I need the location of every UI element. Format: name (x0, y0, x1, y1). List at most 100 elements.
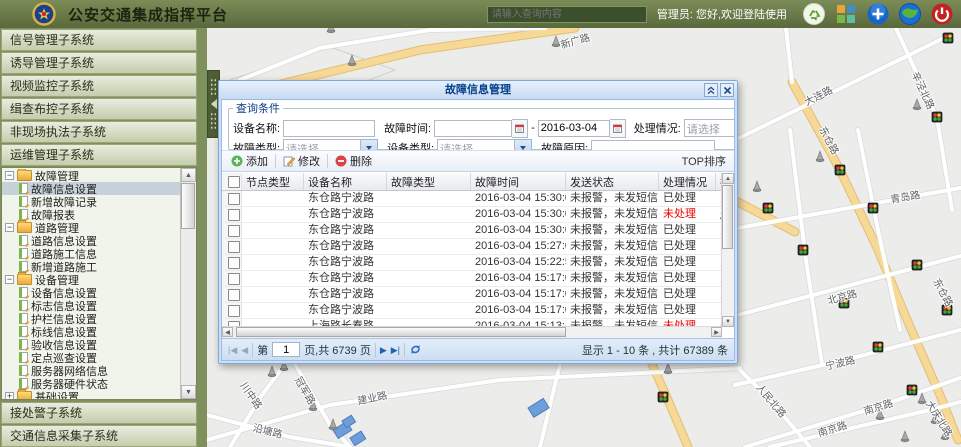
traffic-light-icon[interactable] (835, 165, 845, 175)
traffic-light-icon[interactable] (912, 260, 922, 270)
tree-leaf[interactable]: 新增道路施工 (2, 260, 181, 273)
sidebar-item[interactable]: 接处警子系统 (1, 402, 197, 424)
first-page-button[interactable]: |◀ (228, 343, 237, 357)
device-name-input[interactable] (283, 120, 375, 137)
apps-grid-icon[interactable] (835, 3, 857, 25)
table-row[interactable]: 东仓路宁波路2016-03-04 15:17:01未报警，未发短信已处理处理 (222, 287, 722, 303)
tree-leaf[interactable]: 故障报表 (2, 208, 181, 221)
table-row[interactable]: 东仓路宁波路2016-03-04 15:17:01未报警，未发短信已处理处理 (222, 271, 722, 287)
traffic-light-icon[interactable] (868, 203, 878, 213)
scroll-thumb[interactable] (236, 327, 566, 337)
tree-leaf[interactable]: 服务器硬件状态 (2, 377, 181, 390)
column-header[interactable]: 设备名称 (304, 173, 387, 190)
sidebar-item[interactable]: 信号管理子系统 (1, 29, 197, 51)
scroll-down-icon[interactable]: ▼ (181, 385, 196, 399)
last-page-button[interactable]: ▶| (391, 343, 400, 357)
calendar-icon[interactable] (512, 119, 528, 138)
collapse-node-icon[interactable]: − (5, 171, 14, 180)
traffic-light-icon[interactable] (798, 245, 808, 255)
scroll-right-icon[interactable]: ▶ (711, 327, 722, 337)
camera-cone-icon[interactable] (664, 363, 672, 374)
collapse-node-icon[interactable]: − (5, 223, 14, 232)
grid-hscrollbar[interactable]: ◀ ▶ (222, 326, 722, 338)
handle-status-select[interactable]: 请选择 (684, 119, 735, 138)
row-checkbox-cell[interactable] (222, 303, 242, 318)
row-checkbox-cell[interactable] (222, 207, 242, 222)
camera-cone-icon[interactable] (327, 28, 335, 33)
camera-cone-icon[interactable] (268, 366, 276, 377)
sidebar-item[interactable]: 非现场执法子系统 (1, 121, 197, 143)
table-row[interactable]: 东仓路宁波路2016-03-04 15:30:00未报警，未发短信已处理处理 (222, 223, 722, 239)
header-search-input[interactable] (487, 6, 647, 23)
traffic-light-icon[interactable] (907, 385, 917, 395)
row-checkbox[interactable] (228, 273, 240, 285)
date-to-input[interactable] (538, 120, 610, 137)
camera-cone-icon[interactable] (901, 431, 909, 442)
add-icon[interactable] (867, 3, 889, 25)
calendar-icon[interactable] (610, 119, 626, 138)
tree-scrollbar[interactable]: ▲ ▼ (180, 168, 196, 399)
date-from-input[interactable] (434, 120, 512, 137)
column-header[interactable]: 处理情况 (659, 173, 716, 190)
camera-cone-icon[interactable] (753, 181, 761, 192)
row-checkbox[interactable] (228, 305, 240, 317)
traffic-light-icon[interactable] (658, 392, 668, 402)
tree-leaf[interactable]: 新增故障记录 (2, 195, 181, 208)
scroll-left-icon[interactable]: ◀ (222, 327, 233, 337)
expand-node-icon[interactable]: + (5, 392, 14, 399)
column-header[interactable]: 故障时间 (471, 173, 566, 190)
scroll-up-icon[interactable]: ▲ (181, 168, 196, 182)
scroll-up-icon[interactable]: ▲ (722, 173, 734, 184)
top-sort-label[interactable]: TOP排序 (682, 153, 730, 169)
row-checkbox-cell[interactable] (222, 223, 242, 238)
page-number-input[interactable] (272, 342, 300, 357)
table-row[interactable]: 东仓路宁波路2016-03-04 15:30:00未报警，未发短信未处理处理 (222, 207, 722, 223)
camera-cone-icon[interactable] (816, 151, 824, 162)
grid-vscrollbar[interactable]: ▲ ▼ (721, 173, 734, 327)
row-checkbox[interactable] (228, 257, 240, 269)
traffic-light-icon[interactable] (873, 342, 883, 352)
column-header[interactable]: 发送状态 (566, 173, 659, 190)
scroll-thumb[interactable] (181, 183, 195, 229)
sidebar-item[interactable]: 交通信息采集子系统 (1, 425, 197, 447)
header-checkbox-cell[interactable] (222, 173, 242, 190)
traffic-light-icon[interactable] (932, 112, 942, 122)
table-row[interactable]: 东仓路宁波路2016-03-04 15:22:50未报警，未发短信已处理处理 (222, 255, 722, 271)
column-header[interactable]: 节点类型 (242, 173, 304, 190)
sidebar-item[interactable]: 诱导管理子系统 (1, 52, 197, 74)
row-checkbox-cell[interactable] (222, 255, 242, 270)
row-checkbox[interactable] (228, 209, 240, 221)
add-button[interactable]: 添加 (226, 152, 273, 170)
row-checkbox[interactable] (228, 241, 240, 253)
sidebar-item[interactable]: 运维管理子系统 (1, 144, 197, 166)
traffic-light-icon[interactable] (763, 203, 773, 213)
scroll-thumb[interactable] (722, 185, 733, 249)
recycle-icon[interactable] (803, 3, 825, 25)
delete-button[interactable]: 删除 (330, 152, 377, 170)
refresh-icon[interactable] (409, 343, 422, 356)
traffic-light-icon[interactable] (943, 33, 953, 43)
row-checkbox[interactable] (228, 193, 240, 205)
row-checkbox-cell[interactable] (222, 191, 242, 206)
window-titlebar[interactable]: 故障信息管理 (219, 81, 737, 99)
select-all-checkbox[interactable] (228, 176, 240, 188)
row-checkbox-cell[interactable] (222, 287, 242, 302)
table-row[interactable]: 东仓路宁波路2016-03-04 15:27:00未报警，未发短信已处理处理 (222, 239, 722, 255)
prev-page-button[interactable]: ◀ (241, 343, 248, 357)
column-header[interactable]: 故障类型 (387, 173, 471, 190)
window-collapse-button[interactable] (704, 83, 718, 97)
power-icon[interactable] (931, 3, 953, 25)
scroll-down-icon[interactable]: ▼ (722, 316, 734, 327)
window-close-button[interactable] (720, 83, 734, 97)
camera-cone-icon[interactable] (348, 55, 356, 66)
next-page-button[interactable]: ▶ (380, 343, 387, 357)
row-checkbox-cell[interactable] (222, 239, 242, 254)
modify-button[interactable]: 修改 (278, 152, 325, 170)
row-checkbox-cell[interactable] (222, 271, 242, 286)
table-row[interactable]: 东仓路宁波路2016-03-04 15:17:01未报警，未发短信已处理处理 (222, 303, 722, 319)
row-checkbox[interactable] (228, 225, 240, 237)
sidebar-item[interactable]: 视频监控子系统 (1, 75, 197, 97)
globe-icon[interactable] (899, 3, 921, 25)
table-row[interactable]: 东仓路宁波路2016-03-04 15:30:00未报警，未发短信已处理处理 (222, 191, 722, 207)
sidebar-item[interactable]: 缉查布控子系统 (1, 98, 197, 120)
